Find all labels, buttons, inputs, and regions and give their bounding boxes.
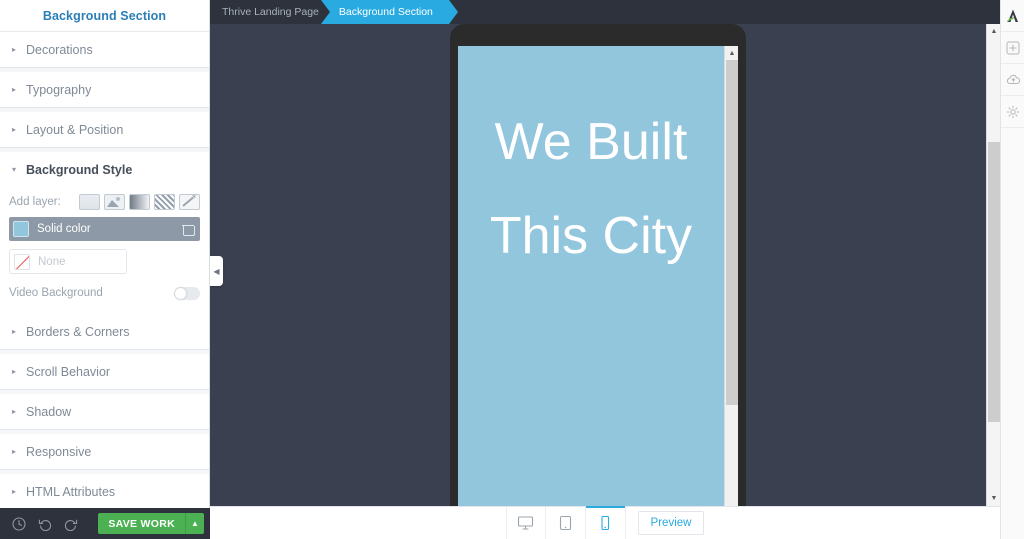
chevron-right-icon bbox=[9, 367, 19, 377]
section-header-layout-position[interactable]: Layout & Position bbox=[0, 112, 209, 147]
sidebar-sections: Decorations Typography Layout & Position bbox=[0, 32, 209, 508]
section-header-background-style[interactable]: Background Style bbox=[0, 152, 209, 187]
sidebar-collapse-handle[interactable]: ◀ bbox=[210, 256, 223, 286]
magic-layer-icon[interactable] bbox=[179, 194, 200, 210]
layer-item-solid-color[interactable]: Solid color bbox=[9, 217, 200, 241]
solid-color-layer-icon[interactable] bbox=[79, 194, 100, 210]
breadcrumb-item-page[interactable]: Thrive Landing Page bbox=[210, 0, 329, 24]
video-background-row: Video Background bbox=[9, 278, 200, 308]
mobile-icon[interactable] bbox=[585, 505, 626, 539]
scrollbar-thumb[interactable] bbox=[726, 60, 738, 405]
undo-icon[interactable] bbox=[32, 508, 58, 539]
chevron-right-icon bbox=[9, 45, 19, 55]
device-viewport[interactable]: We Built This City ▲ bbox=[458, 46, 738, 506]
section-header-shadow[interactable]: Shadow bbox=[0, 394, 209, 429]
sidebar-item-responsive[interactable]: Responsive bbox=[0, 434, 209, 470]
layer-label: Solid color bbox=[37, 223, 91, 235]
gear-icon[interactable] bbox=[1001, 96, 1024, 128]
page-title: Background Section bbox=[42, 8, 167, 23]
section-label: Responsive bbox=[26, 444, 92, 459]
chevron-right-icon bbox=[9, 125, 19, 135]
add-layer-label: Add layer: bbox=[9, 196, 61, 208]
section-label: Scroll Behavior bbox=[26, 364, 111, 379]
section-label: Background Style bbox=[26, 162, 133, 177]
sidebar-item-scroll-behavior[interactable]: Scroll Behavior bbox=[0, 354, 209, 390]
headline-line-1[interactable]: We Built bbox=[495, 116, 688, 168]
section-label: Decorations bbox=[26, 42, 93, 57]
section-label: Shadow bbox=[26, 404, 72, 419]
sidebar-header: Background Section bbox=[0, 0, 209, 32]
chevron-up-icon[interactable]: ▲ bbox=[186, 519, 204, 528]
chevron-down-icon bbox=[9, 165, 19, 175]
chevron-right-icon bbox=[9, 407, 19, 417]
section-label: HTML Attributes bbox=[26, 484, 116, 499]
section-header-scroll-behavior[interactable]: Scroll Behavior bbox=[0, 354, 209, 389]
sidebar-item-html-attributes[interactable]: HTML Attributes bbox=[0, 474, 209, 508]
thrive-logo-icon[interactable] bbox=[1001, 0, 1024, 32]
sidebar-item-typography[interactable]: Typography bbox=[0, 72, 209, 108]
canvas-scrollbar[interactable]: ▲ ▼ bbox=[986, 24, 1001, 506]
scroll-up-icon[interactable]: ▲ bbox=[987, 24, 1001, 39]
preview-label: Preview bbox=[650, 517, 692, 529]
section-header-decorations[interactable]: Decorations bbox=[0, 32, 209, 67]
cloud-icon[interactable] bbox=[1001, 64, 1024, 96]
section-header-borders-corners[interactable]: Borders & Corners bbox=[0, 314, 209, 349]
mobile-device-frame: We Built This City ▲ bbox=[450, 24, 746, 506]
section-label: Layout & Position bbox=[26, 122, 124, 137]
chevron-right-icon bbox=[9, 85, 19, 95]
save-work-button[interactable]: SAVE WORK ▲ bbox=[98, 513, 204, 534]
sidebar-item-borders-corners[interactable]: Borders & Corners bbox=[0, 314, 209, 350]
tablet-icon[interactable] bbox=[546, 506, 586, 539]
gradient-layer-icon[interactable] bbox=[129, 194, 150, 210]
sidebar-item-layout-position[interactable]: Layout & Position bbox=[0, 112, 209, 148]
chevron-right-icon bbox=[9, 487, 19, 497]
device-switcher bbox=[505, 505, 626, 539]
scroll-down-icon[interactable]: ▼ bbox=[987, 491, 1001, 506]
section-label: Typography bbox=[26, 82, 92, 97]
chevron-right-icon bbox=[9, 327, 19, 337]
trash-icon[interactable] bbox=[182, 223, 195, 236]
breadcrumb-bar: Thrive Landing Page Background Section bbox=[210, 0, 1024, 24]
preview-button[interactable]: Preview bbox=[637, 511, 705, 535]
landing-page-section[interactable]: We Built This City bbox=[458, 46, 724, 506]
save-work-label: SAVE WORK bbox=[108, 517, 175, 530]
pattern-layer-icon[interactable] bbox=[154, 194, 175, 210]
layer-label: None bbox=[38, 255, 66, 268]
background-style-panel: Add layer: Solid color bbox=[0, 187, 209, 314]
thrive-architect-editor: Background Section Decorations Typograph… bbox=[0, 0, 1024, 539]
editor-canvas: ◀ We Built This City ▲ bbox=[210, 24, 986, 506]
chevron-right-icon bbox=[9, 447, 19, 457]
headline-line-2[interactable]: This City bbox=[490, 210, 692, 262]
options-sidebar: Background Section Decorations Typograph… bbox=[0, 0, 210, 539]
clock-icon[interactable] bbox=[6, 508, 32, 539]
redo-icon[interactable] bbox=[58, 508, 84, 539]
editor-footer-toolbar: SAVE WORK ▲ bbox=[0, 508, 210, 539]
device-preview-bar: Preview bbox=[210, 505, 1000, 539]
sidebar-item-shadow[interactable]: Shadow bbox=[0, 394, 209, 430]
viewport-scrollbar[interactable]: ▲ bbox=[724, 46, 738, 506]
scrollbar-thumb[interactable] bbox=[988, 142, 1000, 422]
section-header-html-attributes[interactable]: HTML Attributes bbox=[0, 474, 209, 508]
section-label: Borders & Corners bbox=[26, 324, 130, 339]
plus-square-icon[interactable] bbox=[1001, 32, 1024, 64]
section-header-typography[interactable]: Typography bbox=[0, 72, 209, 107]
desktop-icon[interactable] bbox=[505, 506, 546, 539]
image-layer-icon[interactable] bbox=[104, 194, 125, 210]
right-toolbar bbox=[1000, 0, 1024, 539]
video-background-toggle[interactable] bbox=[174, 286, 200, 300]
sidebar-item-decorations[interactable]: Decorations bbox=[0, 32, 209, 68]
layer-item-none[interactable]: None bbox=[9, 249, 127, 274]
add-layer-row: Add layer: bbox=[9, 187, 200, 217]
color-swatch[interactable] bbox=[13, 221, 29, 237]
sidebar-item-background-style[interactable]: Background Style Add layer: bbox=[0, 152, 209, 314]
breadcrumb-item-active[interactable]: Background Section bbox=[320, 0, 458, 24]
video-background-label: Video Background bbox=[9, 287, 103, 299]
no-color-icon bbox=[14, 253, 30, 270]
layer-type-buttons bbox=[79, 194, 200, 210]
scroll-up-icon[interactable]: ▲ bbox=[725, 46, 738, 60]
section-header-responsive[interactable]: Responsive bbox=[0, 434, 209, 469]
